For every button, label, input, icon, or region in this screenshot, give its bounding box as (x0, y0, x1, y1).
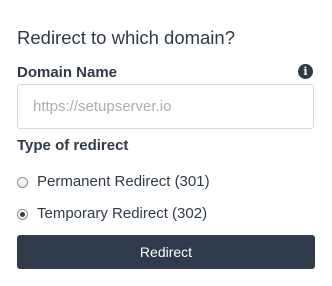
radio-label: Permanent Redirect (301) (37, 173, 210, 190)
redirect-panel: Redirect to which domain? Domain Name i … (0, 0, 332, 286)
radio-button[interactable] (17, 208, 28, 220)
domain-name-label: Domain Name (17, 64, 118, 81)
panel-title: Redirect to which domain? (17, 27, 235, 48)
radio-temporary-redirect[interactable]: Temporary Redirect (302) (17, 203, 207, 225)
radio-button[interactable] (17, 176, 28, 188)
redirect-type-label: Type of redirect (17, 137, 129, 154)
redirect-button[interactable]: Redirect (17, 235, 315, 269)
domain-name-input[interactable] (17, 84, 314, 129)
radio-permanent-redirect[interactable]: Permanent Redirect (301) (17, 171, 210, 193)
info-icon[interactable]: i (298, 64, 313, 79)
radio-label: Temporary Redirect (302) (37, 205, 208, 222)
